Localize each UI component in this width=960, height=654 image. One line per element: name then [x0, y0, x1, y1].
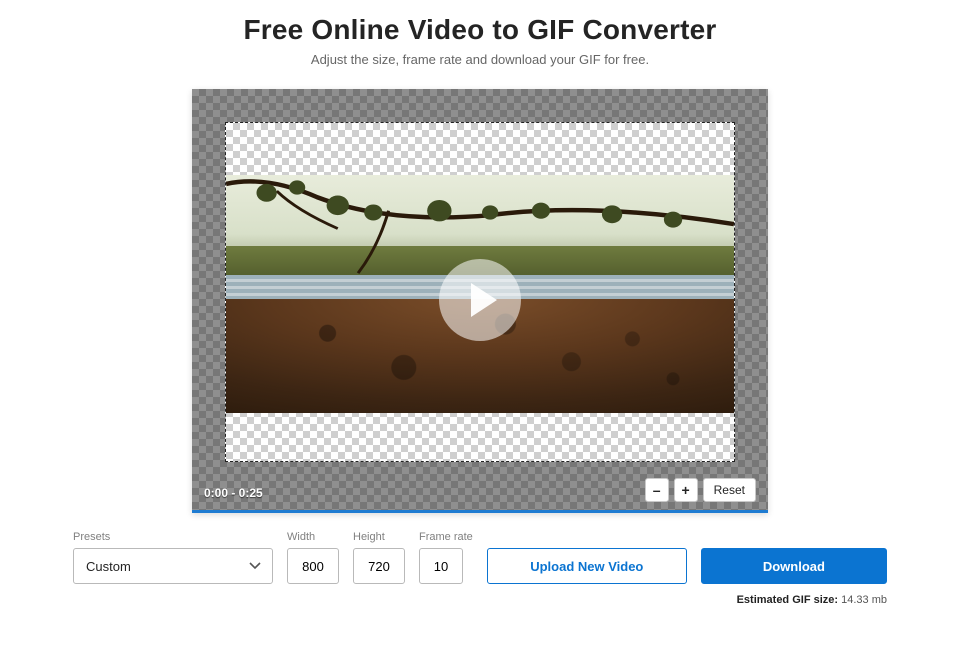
page-subtitle: Adjust the size, frame rate and download…: [0, 52, 960, 67]
width-label: Width: [287, 531, 339, 543]
play-icon: [471, 283, 497, 317]
time-range: 0:00 - 0:25: [204, 486, 263, 500]
height-input[interactable]: [353, 548, 405, 584]
estimate-value: 14.33 mb: [841, 594, 887, 606]
zoom-controls: – + Reset: [645, 478, 756, 502]
zoom-out-button[interactable]: –: [645, 478, 669, 502]
height-label: Height: [353, 531, 405, 543]
chevron-down-icon: [249, 562, 261, 570]
play-button[interactable]: [439, 259, 521, 341]
zoom-in-button[interactable]: +: [674, 478, 698, 502]
fps-input[interactable]: [419, 548, 463, 584]
width-input[interactable]: [287, 548, 339, 584]
presets-value: Custom: [86, 559, 131, 574]
fps-label: Frame rate: [419, 531, 473, 543]
download-button[interactable]: Download: [701, 548, 887, 584]
editor-stage: 0:00 - 0:25 – + Reset: [192, 89, 768, 513]
controls-row: Presets Custom Width Height Frame rate U…: [33, 531, 927, 584]
estimate-label: Estimated GIF size:: [737, 594, 838, 606]
upload-button[interactable]: Upload New Video: [487, 548, 687, 584]
zoom-reset-button[interactable]: Reset: [703, 478, 756, 502]
presets-label: Presets: [73, 531, 273, 543]
estimate-row: Estimated GIF size: 14.33 mb: [33, 594, 927, 606]
presets-select[interactable]: Custom: [73, 548, 273, 584]
page-title: Free Online Video to GIF Converter: [0, 14, 960, 46]
